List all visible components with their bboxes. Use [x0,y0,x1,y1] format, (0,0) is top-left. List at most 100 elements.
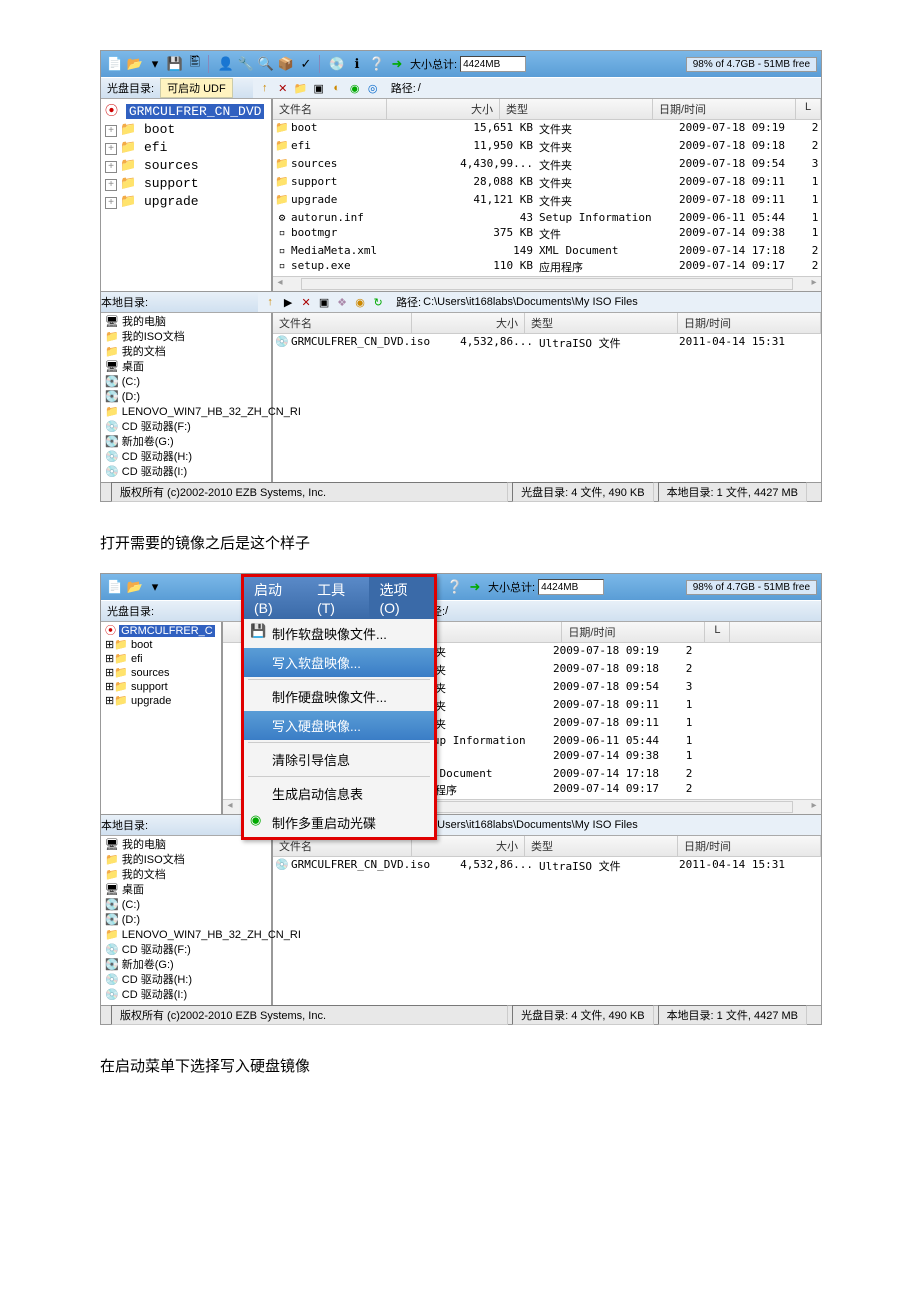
total-size-input [538,579,604,595]
del-icon[interactable]: ✕ [275,80,291,96]
menu-boot[interactable]: 启动(B) [244,577,307,619]
list-item[interactable]: 💿 CD 驱动器(F:) [105,943,267,958]
mount-icon[interactable]: 🔧 [238,56,254,72]
table-row[interactable]: 📁support28,088 KB文件夹2009-07-18 09:111 [273,174,821,192]
exit-icon[interactable]: ➜ [389,56,405,72]
list-item[interactable]: 📁 我的ISO文档 [105,853,267,868]
local-tree-pane[interactable]: 🖥 我的电脑 📁 我的ISO文档 📁 我的文档 🖥 桌面 💽 (C:) 💽 (D… [101,313,273,482]
a2-icon[interactable]: ◉ [347,80,363,96]
list-item[interactable]: 📁 LENOVO_WIN7_HB_32_ZH_CN_RI [105,928,267,943]
up-icon[interactable]: ↑ [257,80,273,96]
list-item[interactable]: 💽 新加卷(G:) [105,958,267,973]
local-subbar: 本地目录: ↑ ▶ ✕ ▣ ❖ ◉ ↻ 路径: C:\Users\it168la… [101,291,821,313]
mi-make-hdd[interactable]: 制作硬盘映像文件... [244,682,434,711]
table-row[interactable]: 📁sources4,430,99...文件夹2009-07-18 09:543 [273,156,821,174]
save-icon[interactable]: 💾 [167,56,183,72]
help-icon[interactable]: ❔ [447,579,463,595]
list-item[interactable]: 📁 我的文档 [105,345,267,360]
a1-icon[interactable]: ◐ [329,80,345,96]
path-value: / [418,82,421,94]
compress-icon[interactable]: 📦 [278,56,294,72]
list-item[interactable]: 💽 (C:) [105,898,267,913]
copyright: 版权所有 (c)2002-2010 EZB Systems, Inc. [111,482,508,502]
menu-tools[interactable]: 工具(T) [307,577,369,619]
find-icon[interactable]: 🔍 [258,56,274,72]
disc-tree[interactable]: ⦿ GRMCULFRER_CN_DVD +📁 boot +📁 efi +📁 so… [101,99,271,215]
dropdown-icon[interactable]: ▾ [147,579,163,595]
saveas-icon[interactable]: 🖺 [187,56,203,72]
list-item[interactable]: 🖥 我的电脑 [105,838,267,853]
list-item[interactable]: 📁 我的ISO文档 [105,330,267,345]
disc-tree-pane-2[interactable]: ⦿ GRMCULFRER_C ⊞📁 boot ⊞📁 efi ⊞📁 sources… [101,622,223,814]
help-icon[interactable]: ❔ [369,56,385,72]
new-icon[interactable]: 📄 [107,56,123,72]
disc-file-list[interactable]: 📁boot15,651 KB文件夹2009-07-18 09:192📁efi11… [273,120,821,276]
lprop-icon[interactable]: ▣ [316,294,332,310]
local-file-list[interactable]: 💿GRMCULFRER_CN_DVD.iso4,532,86...UltraIS… [273,334,821,352]
disc-dir-label: 光盘目录: [101,80,160,96]
open-icon[interactable]: 📂 [127,56,143,72]
list-item[interactable]: 💽 (D:) [105,913,267,928]
mi-write-hdd[interactable]: 写入硬盘映像... [244,711,434,740]
prop-icon[interactable]: ▣ [311,80,327,96]
list-item[interactable]: 🖥 桌面 [105,360,267,375]
table-row[interactable]: 📁efi11,950 KB文件夹2009-07-18 09:182 [273,138,821,156]
mi-multi-boot[interactable]: ◉制作多重启动光碟 [244,808,434,837]
new-folder-icon[interactable]: 📁 [293,80,309,96]
lb1-icon[interactable]: ❖ [334,294,350,310]
table-row[interactable]: ⚙autorun.inf43Setup Information2009-06-1… [273,210,821,225]
col-date[interactable]: 日期/时间 [653,99,796,119]
a3-icon[interactable]: ◎ [365,80,381,96]
mi-make-floppy[interactable]: 💾制作软盘映像文件... [244,619,434,648]
local-tree-pane-2[interactable]: 🖥 我的电脑 📁 我的ISO文档 📁 我的文档 🖥 桌面 💽 (C:) 💽 (D… [101,836,273,1005]
list-item[interactable]: 🖥 桌面 [105,883,267,898]
checksum-icon[interactable]: ✓ [298,56,314,72]
col-name[interactable]: 文件名 [273,99,387,119]
mi-gen-boot[interactable]: 生成启动信息表 [244,779,434,808]
list-item[interactable]: 📁 我的文档 [105,868,267,883]
caption-2: 在启动菜单下选择写入硬盘镜像 [100,1055,820,1076]
list-item[interactable]: 💿 CD 驱动器(I:) [105,988,267,1003]
tree-root[interactable]: GRMCULFRER_CN_DVD [126,104,265,119]
lup-icon[interactable]: ↑ [262,294,278,310]
user-icon[interactable]: 👤 [218,56,234,72]
table-row[interactable]: ▫bootmgr375 KB文件2009-07-14 09:381 [273,225,821,243]
mi-write-floppy[interactable]: 写入软盘映像... [244,648,434,677]
lb2-icon[interactable]: ◉ [352,294,368,310]
list-item[interactable]: 📁 LENOVO_WIN7_HB_32_ZH_CN_RI [105,405,267,420]
statusbar: 版权所有 (c)2002-2010 EZB Systems, Inc. 光盘目录… [101,482,821,501]
table-row[interactable]: ▫MediaMeta.xml149XML Document2009-07-14 … [273,243,821,258]
table-row[interactable]: 💿GRMCULFRER_CN_DVD.iso4,532,86...UltraIS… [273,857,821,875]
mi-clear-boot[interactable]: 清除引导信息 [244,745,434,774]
local-file-pane: 文件名 大小 类型 日期/时间 💿GRMCULFRER_CN_DVD.iso4,… [273,313,821,482]
info-icon[interactable]: ℹ [349,56,365,72]
exit-icon[interactable]: ➜ [467,579,483,595]
list-item[interactable]: 💿 CD 驱动器(H:) [105,450,267,465]
new-icon[interactable]: 📄 [107,579,123,595]
table-row[interactable]: 💿GRMCULFRER_CN_DVD.iso4,532,86...UltraIS… [273,334,821,352]
list-item[interactable]: 💿 CD 驱动器(I:) [105,465,267,480]
table-row[interactable]: 📁upgrade41,121 KB文件夹2009-07-18 09:111 [273,192,821,210]
list-item[interactable]: 💽 (C:) [105,375,267,390]
lb3-icon[interactable]: ↻ [370,294,386,310]
list-item[interactable]: 💽 新加卷(G:) [105,435,267,450]
table-row[interactable]: ▫setup.exe110 KB应用程序2009-07-14 09:172 [273,258,821,276]
list-item[interactable]: 💿 CD 驱动器(H:) [105,973,267,988]
lfwd-icon[interactable]: ▶ [280,294,296,310]
ldel-icon[interactable]: ✕ [298,294,314,310]
table-row[interactable]: 📁boot15,651 KB文件夹2009-07-18 09:192 [273,120,821,138]
boot-menu-popup[interactable]: 启动(B) 工具(T) 选项(O) 💾制作软盘映像文件... 写入软盘映像...… [241,574,437,840]
burn-icon[interactable]: 💿 [329,56,345,72]
col-extra[interactable]: L [796,99,821,119]
total-label: 大小总计: [410,56,457,72]
menu-options[interactable]: 选项(O) [369,577,434,619]
col-size[interactable]: 大小 [387,99,500,119]
col-type[interactable]: 类型 [500,99,653,119]
open-icon[interactable]: 📂 [127,579,143,595]
bootable-badge[interactable]: 可启动 UDF [160,78,233,98]
list-item[interactable]: 💽 (D:) [105,390,267,405]
list-item[interactable]: 🖥 我的电脑 [105,315,267,330]
list-item[interactable]: 💿 CD 驱动器(F:) [105,420,267,435]
hscrollbar[interactable]: ◂▸ [273,276,821,291]
dropdown-icon[interactable]: ▾ [147,56,163,72]
